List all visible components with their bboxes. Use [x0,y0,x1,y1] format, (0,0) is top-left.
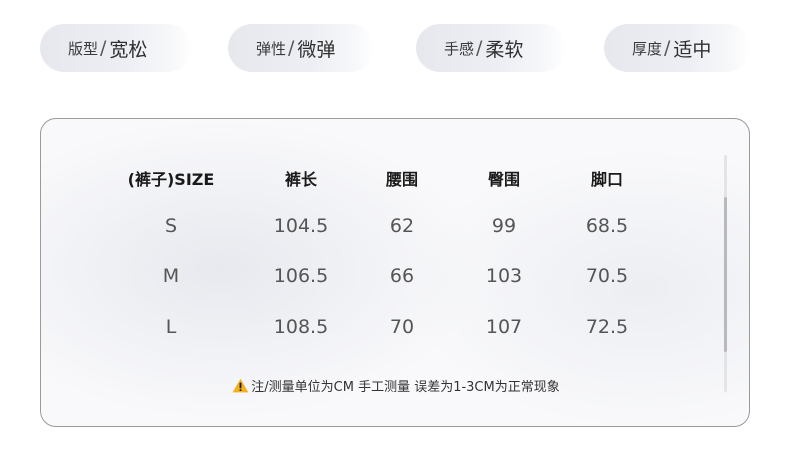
attribute-separator: / [664,37,671,59]
attribute-pills: 版型 / 宽松 弹性 / 微弹 手感 / 柔软 厚度 / 适中 [0,0,790,100]
scrollbar-thumb[interactable] [724,197,727,352]
table-cell: S [164,215,178,237]
attribute-pill-feel: 手感 / 柔软 [416,24,566,72]
size-info-page: 版型 / 宽松 弹性 / 微弹 手感 / 柔软 厚度 / 适中 (裤子)SIZE 裤长 腰围 臀… [0,0,790,469]
table-cell: 106.5 [273,265,329,287]
table-cell: 72.5 [585,316,629,338]
header-waist: 腰围 [385,170,418,189]
attribute-separator: / [476,37,483,59]
size-table-card: (裤子)SIZE 裤长 腰围 臀围 脚口 S 104.5 62 99 68.5 … [40,118,750,427]
table-row: L 108.5 70 107 72.5 [41,312,749,342]
table-cell: 66 [389,265,415,287]
table-cell: 68.5 [585,215,629,237]
attribute-key: 弹性 [256,39,287,58]
attribute-value: 柔软 [485,38,524,61]
attribute-pill-fit: 版型 / 宽松 [40,24,192,72]
table-cell: 99 [491,215,517,237]
attribute-key: 版型 [68,39,99,58]
header-length: 裤长 [284,170,317,189]
table-header-row: (裤子)SIZE 裤长 腰围 臀围 脚口 [41,163,749,193]
table-cell: 70 [389,316,415,338]
attribute-key: 厚度 [632,39,663,58]
table-cell: 107 [485,316,523,338]
table-cell: 104.5 [273,215,329,237]
scrollbar-track[interactable] [724,155,727,392]
table-cell: 108.5 [273,316,329,338]
table-cell: 70.5 [585,265,629,287]
table-row: M 106.5 66 103 70.5 [41,261,749,291]
note-text: 注/测量单位为CM 手工测量 误差为1-3CM为正常现象 [251,379,560,395]
header-hip: 臀围 [487,170,520,189]
attribute-separator: / [288,37,295,59]
header-hem: 脚口 [590,170,623,189]
attribute-key: 手感 [444,39,475,58]
attribute-pill-thickness: 厚度 / 适中 [604,24,750,72]
warning-icon [232,378,249,392]
measurement-note: 注/测量单位为CM 手工测量 误差为1-3CM为正常现象 [41,374,749,396]
attribute-separator: / [100,37,107,59]
attribute-value: 宽松 [109,38,148,61]
attribute-value: 适中 [673,38,712,61]
table-row: S 104.5 62 99 68.5 [41,211,749,241]
attribute-pill-elasticity: 弹性 / 微弹 [228,24,374,72]
attribute-value: 微弹 [297,38,336,61]
table-cell: 62 [389,215,415,237]
table-cell: 103 [485,265,523,287]
table-cell: L [165,316,177,338]
header-size: (裤子)SIZE [127,170,215,189]
table-cell: M [162,265,180,287]
